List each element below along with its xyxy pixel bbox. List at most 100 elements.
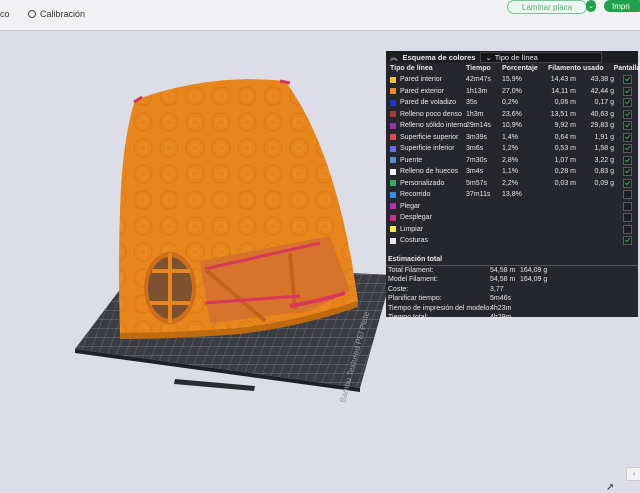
show-checkbox[interactable] <box>622 98 632 108</box>
line-type-label: Superficie inferior <box>400 145 455 153</box>
3d-viewport[interactable]: Bambu Textured PEI Plate ︽ Esquema de co… <box>0 31 640 493</box>
estimate-label: Tiempo total: <box>388 314 429 322</box>
chevron-down-icon: ⌄ <box>485 52 492 62</box>
calibration-label: Calibración <box>40 9 86 19</box>
show-checkbox[interactable] <box>622 144 632 154</box>
legend-row[interactable]: Plegar <box>386 201 638 213</box>
estimate-value-1: 5m46s <box>490 295 512 303</box>
legend-row[interactable]: Relleno poco denso 1h3m 23,6% 13,51 m 40,63 … <box>386 109 638 121</box>
legend-row[interactable]: Relleno de huecos 3m4s 1,1% 0,28 m 0,83 g <box>386 166 638 178</box>
legend-row[interactable]: Limpiar <box>386 224 638 236</box>
estimate-label: Tiempo de impresión del modelo: <box>388 304 492 312</box>
legend-row[interactable]: Puente 7m30s 2,8% 1,07 m 3,22 g <box>386 155 638 167</box>
legend-row[interactable]: Desplegar <box>386 212 638 224</box>
show-cell <box>616 224 638 234</box>
weight-value: 43,38 g <box>590 76 614 84</box>
color-swatch <box>390 168 396 175</box>
line-type-label: Plegar <box>400 202 421 210</box>
time-value: 5m57s <box>466 179 488 187</box>
show-cell <box>616 201 638 211</box>
color-swatch <box>390 191 396 198</box>
show-checkbox[interactable] <box>622 132 632 142</box>
color-swatch <box>390 145 396 152</box>
legend-row-name: Plegar <box>386 203 466 210</box>
legend-panel: ︽ Esquema de colores ⌄ Tipo de línea Tip… <box>386 51 640 321</box>
estimate-label: Total Filament: <box>388 266 434 274</box>
weight-value: 3,22 g <box>594 156 614 164</box>
show-checkbox[interactable] <box>622 75 632 85</box>
line-type-label: Desplegar <box>400 214 432 222</box>
legend-row[interactable]: Costuras <box>386 235 638 247</box>
collapse-icon[interactable]: ︽ <box>390 52 398 63</box>
color-swatch <box>390 111 396 118</box>
line-type-label: Costuras <box>400 237 429 245</box>
length-value: 14,43 m <box>550 76 576 84</box>
line-type-label: Superficie superior <box>400 133 459 141</box>
line-type-label: Pared exterior <box>400 87 444 95</box>
length-value: 0,28 m <box>554 168 576 176</box>
slice-plate-button[interactable]: Laminar placa <box>507 0 587 14</box>
show-cell <box>616 121 638 131</box>
header-time: Tiempo <box>466 65 491 72</box>
legend-row-name: Limpiar <box>386 226 466 233</box>
legend-row-name: Recorrido <box>386 191 466 198</box>
legend-row[interactable]: Superficie superior 3m39s 1,4% 0,64 m 1,91 g <box>386 132 638 144</box>
show-checkbox[interactable] <box>622 109 632 119</box>
weight-value: 0,09 g <box>594 179 614 187</box>
view-corner-button[interactable]: ‹ <box>626 467 640 481</box>
legend-row-name: Desplegar <box>386 214 466 221</box>
legend-row-name: Relleno poco denso <box>386 111 466 118</box>
header-percent: Porcentaje <box>502 65 538 72</box>
show-checkbox[interactable] <box>622 190 632 200</box>
time-value: 7m30s <box>466 156 488 164</box>
length-value: 14,11 m <box>551 87 576 95</box>
model-part[interactable] <box>119 79 358 339</box>
percent-value: 0,2% <box>502 99 518 107</box>
print-button[interactable]: Impri <box>604 0 640 12</box>
show-checkbox[interactable] <box>622 178 632 188</box>
color-scheme-select[interactable]: ⌄ Tipo de línea <box>480 51 603 63</box>
time-value: 3m6s <box>466 145 484 153</box>
top-toolbar: co Calibración Laminar placa ⌄ Impri <box>0 0 640 31</box>
chevron-left-icon: ‹ <box>632 470 636 478</box>
calibration-tab[interactable]: Calibración <box>28 9 85 19</box>
estimate-row: Model Filament: 54,58 m 164,09 g <box>386 275 638 285</box>
estimate-value-1: 3,77 <box>490 285 504 293</box>
percent-value: 1,1% <box>502 168 518 176</box>
time-value: 1h3m <box>466 110 484 118</box>
legend-row[interactable]: Pared interior 42m47s 15,9% 14,43 m 43,38 g <box>386 74 638 86</box>
show-checkbox[interactable] <box>622 155 632 165</box>
legend-row[interactable]: Relleno sólido interno 29m14s 10,9% 9,92 m 2… <box>386 120 638 132</box>
legend-row[interactable]: Superficie inferior 3m6s 1,2% 0,53 m 1,58 g <box>386 143 638 155</box>
legend-row[interactable]: Pared exterior 1h13m 27,0% 14,11 m 42,44 g <box>386 86 638 98</box>
toolbar-left-fragment[interactable]: co <box>0 9 10 19</box>
color-scheme-value: Tipo de línea <box>494 52 538 62</box>
estimate-value-2: 164,09 g <box>520 266 548 274</box>
show-checkbox[interactable] <box>622 121 632 131</box>
percent-value: 15,9% <box>502 76 522 84</box>
line-type-label: Puente <box>400 156 423 164</box>
show-checkbox[interactable] <box>622 86 632 96</box>
slice-dropdown-button[interactable]: ⌄ <box>586 0 596 12</box>
legend-row[interactable]: Personalizado 5m57s 2,2% 0,03 m 0,09 g <box>386 178 638 190</box>
show-checkbox[interactable] <box>622 224 632 234</box>
time-value: 35s <box>466 99 478 107</box>
weight-value: 0,17 g <box>594 99 614 107</box>
estimate-label: Planificar tiempo: <box>388 295 442 303</box>
legend-row[interactable]: Pared de voladizo 35s 0,2% 0,06 m 0,17 g <box>386 97 638 109</box>
show-checkbox[interactable] <box>622 167 632 177</box>
weight-value: 0,83 g <box>594 168 614 176</box>
show-checkbox[interactable] <box>622 201 632 211</box>
line-type-label: Pared de voladizo <box>400 99 457 107</box>
length-value: 0,64 m <box>554 133 576 141</box>
length-value: 13,51 m <box>550 110 576 118</box>
legend-row[interactable]: Recorrido 37m11s 13,8% <box>386 189 638 201</box>
show-checkbox[interactable] <box>622 213 632 223</box>
show-checkbox[interactable] <box>622 236 632 246</box>
weight-value: 1,58 g <box>594 145 614 153</box>
estimate-label: Coste: <box>388 285 409 293</box>
estimate-value-1: 4h29m <box>490 314 512 322</box>
show-cell <box>616 213 638 223</box>
weight-value: 1,91 g <box>594 133 614 141</box>
show-cell <box>616 86 638 96</box>
